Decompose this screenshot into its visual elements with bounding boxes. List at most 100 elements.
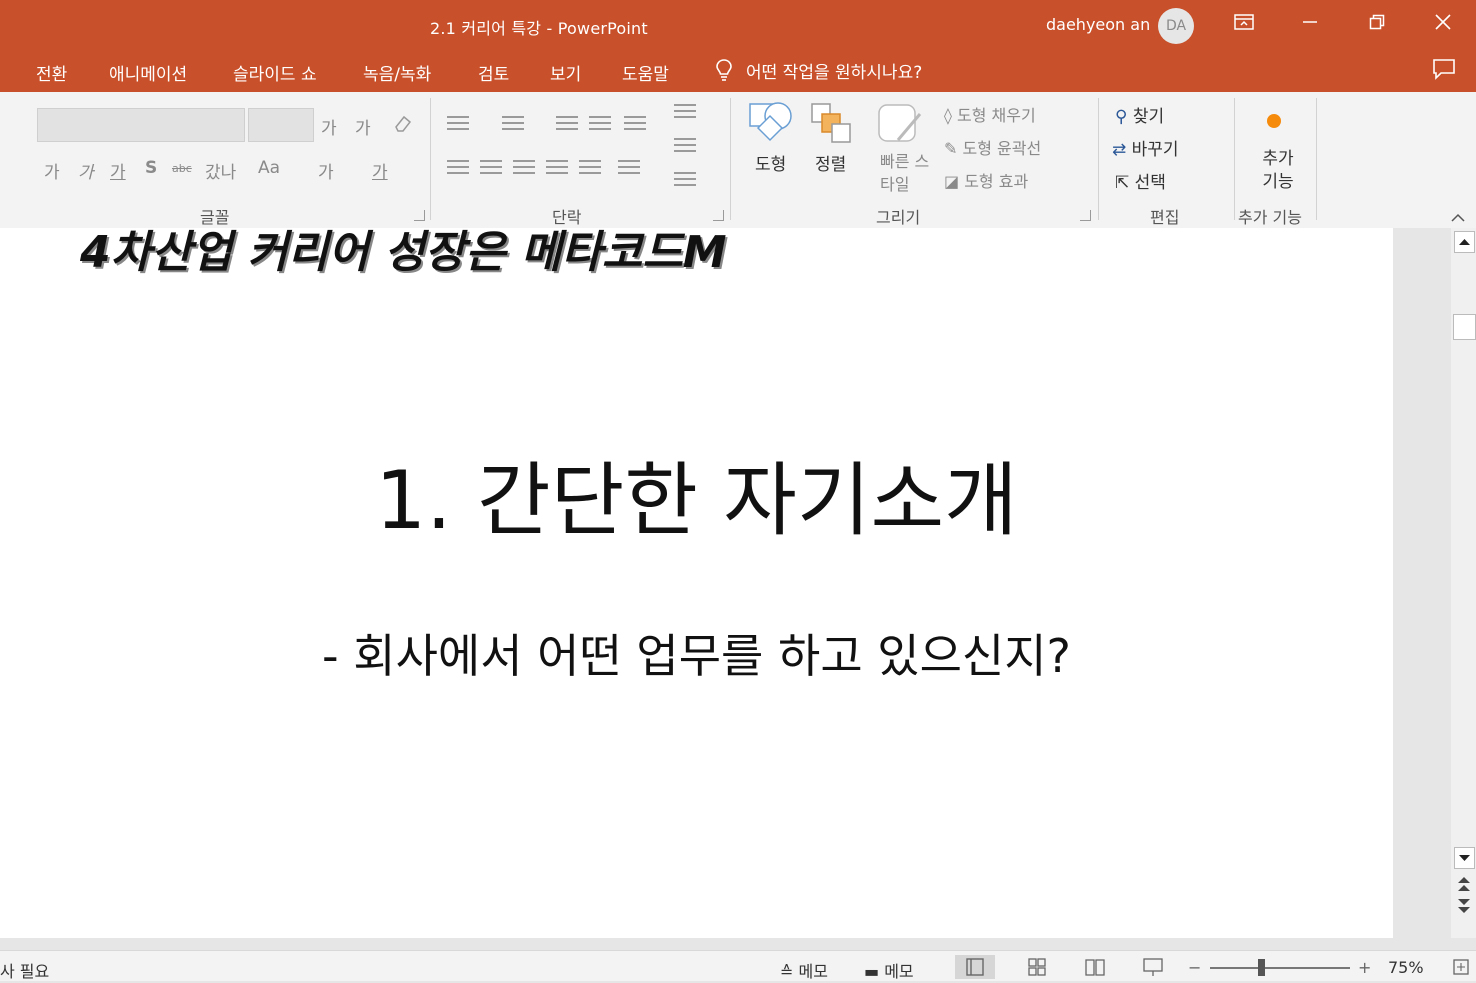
replace-icon: ⇄	[1112, 140, 1132, 160]
align-left-button[interactable]	[447, 160, 469, 178]
minimize-button[interactable]	[1290, 6, 1330, 42]
scroll-down-button[interactable]	[1454, 847, 1475, 869]
tab-review[interactable]: 검토	[478, 60, 509, 85]
slide-sorter-button[interactable]	[1017, 955, 1057, 979]
editor-background	[1393, 228, 1451, 938]
collapse-ribbon-button[interactable]	[1450, 208, 1466, 222]
increase-indent-button[interactable]	[589, 116, 611, 134]
shape-effects-button[interactable]: ◪ 도형 효과	[944, 168, 1028, 192]
double-up-icon	[1458, 877, 1470, 891]
shadow-button[interactable]: S	[145, 158, 157, 178]
tab-slideshow[interactable]: 슬라이드 쇼	[233, 60, 317, 85]
next-slide-button[interactable]	[1455, 896, 1473, 916]
addins-group-label: 추가 기능	[1238, 208, 1302, 227]
comment-icon	[1433, 59, 1455, 80]
tab-transitions[interactable]: 전환	[36, 60, 67, 85]
shapes-button[interactable]: 도형	[755, 150, 786, 175]
slide-body[interactable]: - 회사에서 어떤 업무를 하고 있으신지?	[0, 620, 1393, 686]
window-title: 2.1 커리어 특강 - PowerPoint	[430, 19, 648, 38]
close-button[interactable]	[1423, 6, 1463, 42]
user-name[interactable]: daehyeon an	[1046, 15, 1150, 34]
font-name-combo[interactable]	[37, 108, 245, 142]
smartart-button[interactable]	[674, 172, 696, 190]
align-center-button[interactable]	[480, 160, 502, 178]
font-color-button[interactable]: 가	[372, 158, 388, 183]
avatar[interactable]: DA	[1158, 8, 1194, 44]
comments-status-button[interactable]: ▬ 메모	[864, 958, 914, 982]
find-button[interactable]: ⚲ 찾기	[1115, 102, 1164, 127]
hanja-button[interactable]: 갔나	[205, 158, 236, 183]
justify-button[interactable]	[546, 160, 568, 178]
notes-button[interactable]: ≙ 메모	[780, 958, 828, 982]
text-direction-button[interactable]	[674, 104, 696, 122]
italic-button[interactable]: 가	[78, 158, 94, 183]
tell-me-search[interactable]: 어떤 작업을 원하시나요?	[716, 58, 922, 83]
decrease-indent-button[interactable]	[556, 116, 578, 134]
restore-button[interactable]	[1357, 6, 1397, 42]
ribbon: 가 가 가 가 가 S abc 갔나 Aa 가 가 글꼴 단락 도형 정렬 빠른…	[0, 92, 1476, 229]
shape-effects-label: 도형 효과	[964, 172, 1029, 191]
shrink-font-button[interactable]: 가	[355, 114, 371, 139]
ribbon-display-icon	[1234, 14, 1254, 30]
font-dialog-launcher[interactable]	[414, 210, 425, 221]
comment-bubble-icon: ▬	[864, 962, 885, 981]
paragraph-dialog-launcher[interactable]	[713, 210, 724, 221]
drawing-dialog-launcher[interactable]	[1080, 210, 1091, 221]
tab-recording[interactable]: 녹음/녹화	[363, 60, 431, 85]
grow-font-button[interactable]: 가	[321, 114, 337, 139]
distributed-button[interactable]	[579, 160, 601, 178]
highlight-button[interactable]: 가	[318, 158, 334, 183]
group-separator	[1316, 98, 1317, 220]
font-size-combo[interactable]	[248, 108, 314, 142]
pen-icon: ✎	[944, 139, 963, 158]
columns-button[interactable]	[618, 160, 640, 178]
reading-view-button[interactable]	[1075, 955, 1115, 979]
clear-format-button[interactable]	[392, 112, 414, 139]
addins-button[interactable]: 추가 기능	[1258, 148, 1298, 194]
scroll-thumb[interactable]	[1453, 314, 1476, 340]
underline-button[interactable]: 가	[110, 158, 126, 183]
line-spacing-button[interactable]	[624, 116, 646, 134]
fit-window-icon	[1453, 959, 1469, 975]
scroll-up-button[interactable]	[1454, 231, 1475, 253]
select-label: 선택	[1134, 173, 1166, 193]
previous-slide-button[interactable]	[1455, 874, 1473, 894]
align-right-button[interactable]	[513, 160, 535, 178]
zoom-level[interactable]: 75%	[1388, 958, 1424, 977]
quick-styles-button[interactable]: 빠른 스타일	[880, 150, 940, 196]
strikethrough-button[interactable]: abc	[172, 162, 192, 175]
group-separator	[1098, 98, 1099, 220]
zoom-in-button[interactable]: +	[1358, 958, 1371, 977]
shape-fill-button[interactable]: ◊ 도형 채우기	[944, 102, 1036, 126]
bold-button[interactable]: 가	[44, 158, 60, 183]
shape-fill-label: 도형 채우기	[957, 106, 1036, 125]
change-case-button[interactable]: Aa	[258, 158, 280, 178]
status-message: 사 필요	[0, 962, 50, 981]
zoom-out-button[interactable]: −	[1188, 958, 1201, 977]
chevron-up-icon	[1451, 213, 1465, 222]
slideshow-view-button[interactable]	[1133, 955, 1173, 979]
slide-canvas[interactable]: 4차산업 커리어 성장은 메타코드M 1. 간단한 자기소개 - 회사에서 어떤…	[0, 228, 1393, 938]
comments-button[interactable]	[1432, 58, 1458, 82]
find-label: 찾기	[1132, 107, 1165, 127]
slide-title[interactable]: 1. 간단한 자기소개	[0, 436, 1393, 552]
restore-icon	[1369, 14, 1385, 30]
fit-to-window-button[interactable]	[1452, 958, 1470, 976]
tab-animations[interactable]: 애니메이션	[109, 60, 187, 85]
bullets-button[interactable]	[447, 116, 469, 134]
vertical-scrollbar[interactable]	[1451, 228, 1476, 938]
zoom-slider[interactable]	[1210, 967, 1350, 969]
arrange-button[interactable]: 정렬	[815, 150, 846, 175]
zoom-slider-thumb[interactable]	[1258, 959, 1265, 976]
replace-button[interactable]: ⇄ 바꾸기	[1112, 135, 1179, 160]
normal-view-button[interactable]	[955, 955, 995, 979]
align-text-button[interactable]	[674, 138, 696, 156]
tab-view[interactable]: 보기	[550, 60, 581, 85]
select-button[interactable]: ⇱ 선택	[1115, 168, 1166, 193]
paragraph-group-label: 단락	[552, 208, 582, 227]
ribbon-display-options-button[interactable]	[1224, 6, 1264, 42]
numbering-button[interactable]	[502, 116, 524, 134]
tab-help[interactable]: 도움말	[622, 60, 669, 85]
shape-outline-button[interactable]: ✎ 도형 윤곽선	[944, 135, 1041, 159]
notes-icon: ≙	[780, 962, 799, 981]
